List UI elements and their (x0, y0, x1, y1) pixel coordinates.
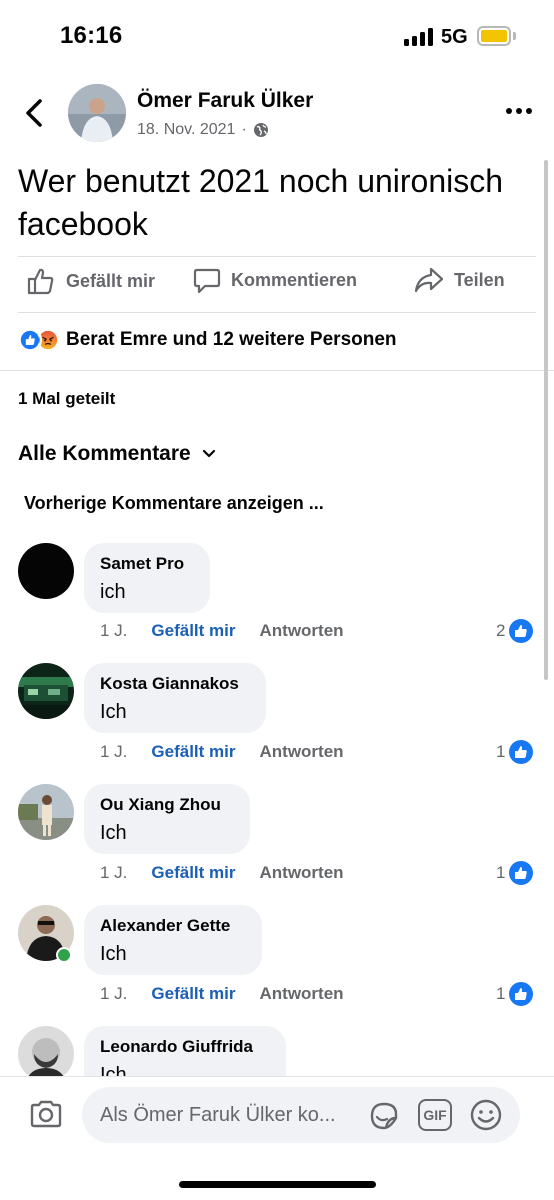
commenter-name[interactable]: Samet Pro (100, 553, 194, 575)
like-badge-icon (509, 740, 534, 764)
post-date: 18. Nov. 2021 (137, 121, 236, 138)
network-label: 5G (441, 26, 468, 48)
divider (0, 370, 554, 371)
comment-bubble[interactable]: Alexander Gette Ich (84, 905, 262, 975)
commenter-avatar[interactable] (18, 663, 74, 719)
like-label: Gefällt mir (66, 270, 156, 291)
camera-icon[interactable] (28, 1096, 64, 1132)
comment-bubble[interactable]: Samet Pro ich (84, 543, 210, 613)
comment-age: 1 J. (100, 863, 128, 882)
comment-icon (193, 268, 221, 294)
battery-cap (513, 32, 516, 40)
comment-like-count[interactable]: 1 (496, 740, 534, 764)
like-count: 2 (496, 621, 506, 640)
globe-icon (253, 123, 268, 137)
share-label: Teilen (454, 269, 505, 290)
comment-reply-button[interactable]: Antworten (260, 984, 344, 1004)
post-text: Wer benutzt 2021 noch unironisch faceboo… (18, 163, 504, 242)
share-count[interactable]: 1 Mal geteilt (18, 389, 115, 409)
comment-actions: 1 J. Gefällt mir Antworten (100, 984, 344, 1004)
comment-bubble[interactable]: Ou Xiang Zhou Ich (84, 784, 250, 854)
author-name[interactable]: Ömer Faruk Ülker (137, 89, 313, 113)
comment-reply-button[interactable]: Antworten (260, 621, 344, 641)
share-icon (414, 267, 444, 293)
commenter-name[interactable]: Ou Xiang Zhou (100, 794, 234, 816)
back-arrow-icon[interactable] (20, 96, 50, 130)
comment-age: 1 J. (100, 984, 128, 1003)
comment-actions: 1 J. Gefällt mir Antworten (100, 742, 344, 762)
comment-reply-button[interactable]: Antworten (260, 863, 344, 883)
comment-text: Ich (100, 822, 127, 844)
battery-icon (477, 26, 511, 46)
like-button[interactable]: Gefällt mir (26, 266, 155, 296)
comment-actions: 1 J. Gefällt mir Antworten (100, 621, 344, 641)
comment-age: 1 J. (100, 621, 128, 640)
comment-like-button[interactable]: Gefällt mir (151, 742, 235, 762)
signal-icon (404, 28, 434, 46)
comment-like-count[interactable]: 1 (496, 982, 534, 1006)
chevron-down-icon (202, 449, 215, 458)
online-status-indicator (56, 947, 72, 963)
emoji-icon[interactable] (469, 1098, 503, 1132)
previous-comments-link[interactable]: Vorherige Kommentare anzeigen ... (24, 493, 324, 514)
comment-input-placeholder: Als Ömer Faruk Ülker ko... (100, 1104, 336, 1126)
meta-separator: · (241, 121, 247, 138)
like-badge-icon (509, 619, 534, 643)
comment-like-button[interactable]: Gefällt mir (151, 621, 235, 641)
comment-like-count[interactable]: 1 (496, 861, 534, 885)
comment-actions: 1 J. Gefällt mir Antworten (100, 863, 344, 883)
commenter-avatar[interactable] (18, 784, 74, 840)
comment-like-button[interactable]: Gefällt mir (151, 984, 235, 1004)
comment-text: ich (100, 581, 126, 603)
comment-filter-dropdown[interactable]: Alle Kommentare (18, 442, 217, 466)
more-options-icon[interactable] (504, 100, 534, 122)
comment-bubble[interactable]: Kosta Giannakos Ich (84, 663, 266, 733)
share-button[interactable]: Teilen (414, 266, 505, 294)
status-time: 16:16 (60, 22, 123, 49)
comment-like-count[interactable]: 2 (496, 619, 534, 643)
divider (18, 256, 536, 257)
author-avatar[interactable] (68, 84, 126, 142)
commenter-name[interactable]: Leonardo Giuffrida (100, 1036, 270, 1058)
commenter-avatar[interactable] (18, 1026, 74, 1082)
sticker-icon[interactable] (366, 1098, 402, 1134)
commenter-name[interactable]: Alexander Gette (100, 915, 246, 937)
like-count: 1 (496, 984, 506, 1003)
comment-text: Ich (100, 943, 127, 965)
post-meta: 18. Nov. 2021 · (137, 121, 269, 139)
status-bar: 16:16 5G (0, 0, 554, 72)
reactions-summary[interactable]: Berat Emre und 12 weitere Personen (18, 328, 397, 352)
comment-label: Kommentieren (231, 269, 358, 290)
commenter-name[interactable]: Kosta Giannakos (100, 673, 250, 695)
comment-text: Ich (100, 701, 127, 723)
like-badge-icon (509, 982, 534, 1006)
filter-label: Alle Kommentare (18, 442, 191, 465)
like-count: 1 (496, 742, 506, 761)
divider (18, 312, 536, 313)
scrollbar[interactable] (544, 160, 548, 680)
reactions-text: Berat Emre und 12 weitere Personen (66, 329, 397, 350)
comment-age: 1 J. (100, 742, 128, 761)
like-icon (27, 268, 54, 295)
like-reaction-icon (18, 328, 42, 352)
like-count: 1 (496, 863, 506, 882)
commenter-avatar[interactable] (18, 543, 74, 599)
comment-reply-button[interactable]: Antworten (260, 742, 344, 762)
home-indicator (179, 1181, 376, 1188)
comment-button[interactable]: Kommentieren (193, 266, 357, 294)
like-badge-icon (509, 861, 534, 885)
comment-like-button[interactable]: Gefällt mir (151, 863, 235, 883)
gif-button[interactable]: GIF (418, 1099, 452, 1131)
